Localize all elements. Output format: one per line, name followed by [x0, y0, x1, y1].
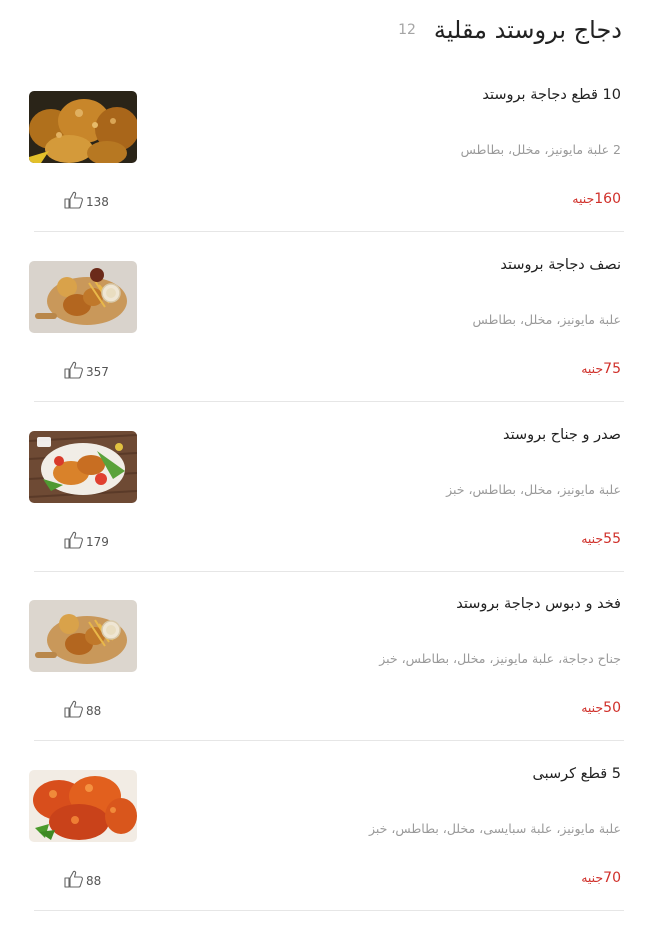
menu-item[interactable]: صدر و جناح بروستد علبة مايونيز، مخلل، بط…: [0, 427, 654, 601]
item-divider: [34, 571, 624, 572]
like-count: 179: [86, 535, 109, 549]
menu-item-image[interactable]: [29, 91, 137, 163]
price-value: 55: [603, 531, 621, 547]
like-button[interactable]: 357: [64, 361, 109, 383]
thumbs-up-icon: [64, 870, 84, 892]
menu-item-description: علبة مايونيز، مخلل، بطاطس، خبز: [446, 482, 621, 497]
like-button[interactable]: 179: [64, 531, 109, 553]
menu-item-image[interactable]: [29, 770, 137, 842]
like-count: 88: [86, 704, 102, 718]
menu-item-image[interactable]: [29, 431, 137, 503]
category-item-count: 12: [398, 22, 416, 38]
price-value: 70: [603, 870, 621, 886]
menu-item[interactable]: نصف دجاجة بروستد علبة مايونيز، مخلل، بطا…: [0, 257, 654, 431]
like-button[interactable]: 88: [64, 870, 102, 892]
menu-item-price: 70جنيه: [581, 870, 621, 886]
menu-item-price: 75جنيه: [581, 361, 621, 377]
menu-item-image[interactable]: [29, 261, 137, 333]
menu-item-description: علبة مايونيز، علبة سبايسى، مخلل، بطاطس، …: [368, 821, 621, 836]
category-title: دجاج بروستد مقلية: [433, 16, 622, 44]
menu-item[interactable]: 10 قطع دجاجة بروستد 2 علبة مايونيز، مخلل…: [0, 87, 654, 261]
price-currency: جنيه: [581, 870, 604, 885]
thumbs-up-icon: [64, 531, 84, 553]
menu-item-description: جناح دجاجة، علبة مايونيز، مخلل، بطاطس، خ…: [379, 651, 621, 666]
price-currency: جنيه: [581, 700, 604, 715]
menu-item-description: 2 علبة مايونيز، مخلل، بطاطس: [460, 142, 621, 157]
like-count: 138: [86, 195, 109, 209]
menu-item-price: 160جنيه: [572, 191, 621, 207]
menu-item-price: 50جنيه: [581, 700, 621, 716]
thumbs-up-icon: [64, 191, 84, 213]
like-button[interactable]: 138: [64, 191, 109, 213]
item-divider: [34, 910, 624, 911]
price-value: 75: [603, 361, 621, 377]
menu-item-name: فخد و دبوس دجاجة بروستد: [456, 596, 621, 612]
item-divider: [34, 231, 624, 232]
like-count: 357: [86, 365, 109, 379]
menu-item-name: 5 قطع كرسبى: [532, 766, 621, 782]
thumbs-up-icon: [64, 700, 84, 722]
item-divider: [34, 740, 624, 741]
menu-item-price: 55جنيه: [581, 531, 621, 547]
like-button[interactable]: 88: [64, 700, 102, 722]
menu-item-name: صدر و جناح بروستد: [502, 427, 621, 443]
price-value: 160: [594, 191, 621, 207]
like-count: 88: [86, 874, 102, 888]
menu-item-name: نصف دجاجة بروستد: [500, 257, 621, 273]
menu-item[interactable]: 5 قطع كرسبى علبة مايونيز، علبة سبايسى، م…: [0, 766, 654, 940]
item-divider: [34, 401, 624, 402]
thumbs-up-icon: [64, 361, 84, 383]
menu-item-description: علبة مايونيز، مخلل، بطاطس: [472, 312, 621, 327]
category-header: دجاج بروستد مقلية 12: [370, 10, 622, 50]
price-currency: جنيه: [581, 361, 604, 376]
menu-item-image[interactable]: [29, 600, 137, 672]
menu-item-name: 10 قطع دجاجة بروستد: [482, 87, 621, 103]
price-currency: جنيه: [581, 531, 604, 546]
menu-item[interactable]: فخد و دبوس دجاجة بروستد جناح دجاجة، علبة…: [0, 596, 654, 770]
price-currency: جنيه: [572, 191, 595, 206]
price-value: 50: [603, 700, 621, 716]
